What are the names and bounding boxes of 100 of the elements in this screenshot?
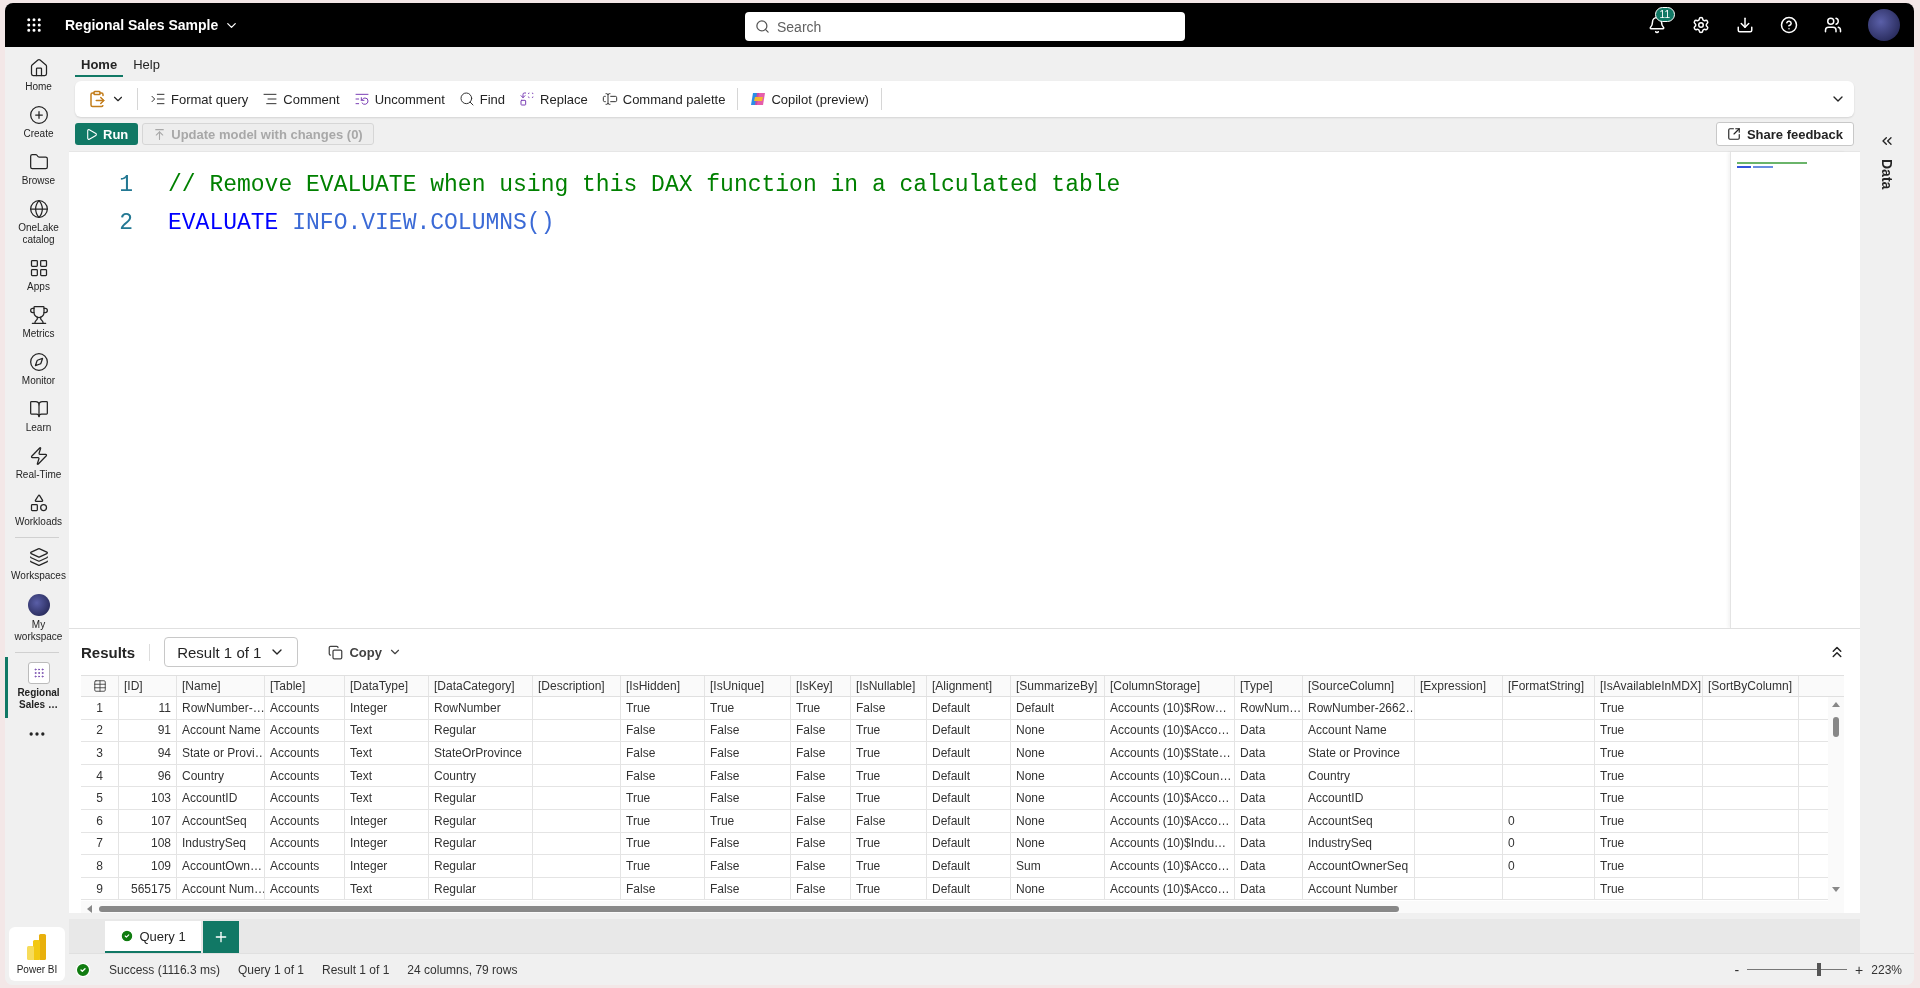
toolbar-button[interactable]: Replace <box>514 87 593 111</box>
table-cell: Accounts (10)$Indu… <box>1105 832 1235 855</box>
toolbar-button[interactable]: Uncomment <box>348 87 450 111</box>
column-header[interactable]: [Expression] <box>1415 676 1503 696</box>
share-feedback-button[interactable]: Share feedback <box>1715 122 1854 146</box>
table-cell: True <box>621 809 705 832</box>
table-cell: False <box>705 742 791 764</box>
lightning-icon <box>28 446 49 466</box>
result-dropdown[interactable]: Result 1 of 1 <box>164 637 299 667</box>
run-button[interactable]: Run <box>75 123 139 145</box>
add-query-button[interactable] <box>203 921 239 953</box>
settings-icon[interactable] <box>1692 16 1710 34</box>
nav-item[interactable]: Apps <box>5 253 69 300</box>
table-cell: True <box>1595 877 1703 900</box>
column-header[interactable]: [SummarizeBy] <box>1011 676 1105 696</box>
table-cell: Default <box>927 697 1011 719</box>
code-line: // Remove EVALUATE when using this DAX function in a calculated table <box>168 172 1121 198</box>
nav-item[interactable]: Create <box>5 100 69 147</box>
avatar[interactable] <box>1868 9 1900 41</box>
notification-count: 11 <box>1654 7 1675 22</box>
table-cell: State or Provi… <box>177 742 265 764</box>
nav-item[interactable]: Real-Time <box>5 441 69 488</box>
column-header[interactable]: [FormatString] <box>1503 676 1595 696</box>
column-header[interactable]: [Description] <box>533 676 621 696</box>
nav-item[interactable]: Metrics <box>5 300 69 347</box>
table-cell: False <box>705 764 791 787</box>
column-header[interactable]: [Name] <box>177 676 265 696</box>
product-switcher[interactable]: Power BI <box>9 927 65 981</box>
column-header[interactable]: [ColumnStorage] <box>1105 676 1235 696</box>
help-icon[interactable] <box>1780 16 1798 34</box>
column-header[interactable]: [IsUnique] <box>705 676 791 696</box>
column-header[interactable]: [IsNullable] <box>851 676 927 696</box>
toolbar-button[interactable]: Find <box>453 87 511 111</box>
column-header[interactable]: [DataCategory] <box>429 676 533 696</box>
table-cell: 0 <box>1503 809 1595 832</box>
table-cell: Regular <box>429 719 533 742</box>
table-cell: 103 <box>119 787 177 809</box>
table-cell: Data <box>1235 877 1303 900</box>
row-number: 9 <box>81 877 119 900</box>
table-cell: Accounts (10)$Acco… <box>1105 809 1235 832</box>
nav-item[interactable]: Monitor <box>5 347 69 394</box>
download-icon[interactable] <box>1736 16 1754 34</box>
nav-item[interactable]: Workloads <box>5 488 69 535</box>
column-header[interactable]: [ID] <box>119 676 177 696</box>
zoom-in-button[interactable]: + <box>1853 961 1866 978</box>
nav-item[interactable]: Learn <box>5 394 69 441</box>
table-cell: Text <box>345 877 429 900</box>
table-cell: True <box>1595 809 1703 832</box>
query-tab[interactable]: Query 1 <box>105 921 201 953</box>
toolbar-button[interactable]: Command palette <box>596 87 731 111</box>
column-header[interactable]: [SourceColumn] <box>1303 676 1415 696</box>
table-cell: Data <box>1235 719 1303 742</box>
toolbar-button[interactable]: Format query <box>145 87 254 111</box>
row-number: 6 <box>81 809 119 832</box>
toolbar-button[interactable]: Comment <box>257 87 345 111</box>
column-header[interactable]: [Table] <box>265 676 345 696</box>
table-cell: True <box>851 742 927 764</box>
column-header[interactable]: [IsKey] <box>791 676 851 696</box>
table-cell: True <box>851 855 927 877</box>
search-field[interactable]: Search <box>745 12 1185 41</box>
column-header[interactable]: [Type] <box>1235 676 1303 696</box>
copy-button[interactable]: Copy <box>322 643 408 661</box>
table-cell: Accounts (10)$Coun… <box>1105 764 1235 787</box>
nav-item[interactable]: My workspace <box>5 589 69 650</box>
table-cell: Accounts <box>265 787 345 809</box>
bell-icon[interactable] <box>1648 16 1666 34</box>
column-header[interactable]: [IsAvailableInMDX] <box>1595 676 1703 696</box>
table-cell: False <box>621 877 705 900</box>
table-cell: 108 <box>119 832 177 855</box>
table-cell: Integer <box>345 832 429 855</box>
column-header[interactable]: [DataType] <box>345 676 429 696</box>
nav-item[interactable]: OneLake catalog <box>5 194 69 253</box>
table-cell: None <box>1011 742 1105 764</box>
globe-icon <box>28 199 49 219</box>
ribbon-tab[interactable]: Home <box>75 51 124 77</box>
status-text: Result 1 of 1 <box>322 962 390 977</box>
nav-item[interactable]: Workspaces <box>5 542 69 589</box>
column-header[interactable]: [IsHidden] <box>621 676 705 696</box>
toolbar-button[interactable]: Copilot (preview) <box>745 87 874 111</box>
vertical-scrollbar[interactable] <box>1828 697 1844 901</box>
column-header[interactable]: [Alignment] <box>927 676 1011 696</box>
nav-item[interactable]: Browse <box>5 147 69 194</box>
ribbon-tab[interactable]: Help <box>127 51 166 77</box>
table-cell: True <box>1595 742 1703 764</box>
table-cell: RowNumber-2662… <box>1303 697 1415 719</box>
table-icon[interactable] <box>92 679 107 693</box>
table-cell: Accounts <box>265 742 345 764</box>
zoom-out-button[interactable]: - <box>1732 961 1742 978</box>
column-header[interactable]: [SortByColumn] <box>1703 676 1799 696</box>
table-cell: Accounts <box>265 855 345 877</box>
data-panel-label[interactable]: Data <box>1879 159 1895 190</box>
horizontal-scrollbar[interactable] <box>81 901 1844 913</box>
table-cell: 11 <box>119 697 177 719</box>
table-cell: False <box>705 787 791 809</box>
people-icon[interactable] <box>1824 16 1842 34</box>
table-cell: Sum <box>1011 855 1105 877</box>
table-cell: 94 <box>119 742 177 764</box>
workspace-title-button[interactable]: Regional Sales Sample <box>65 17 240 33</box>
nav-item[interactable]: Home <box>5 53 69 100</box>
app-launcher-icon[interactable] <box>25 16 43 34</box>
